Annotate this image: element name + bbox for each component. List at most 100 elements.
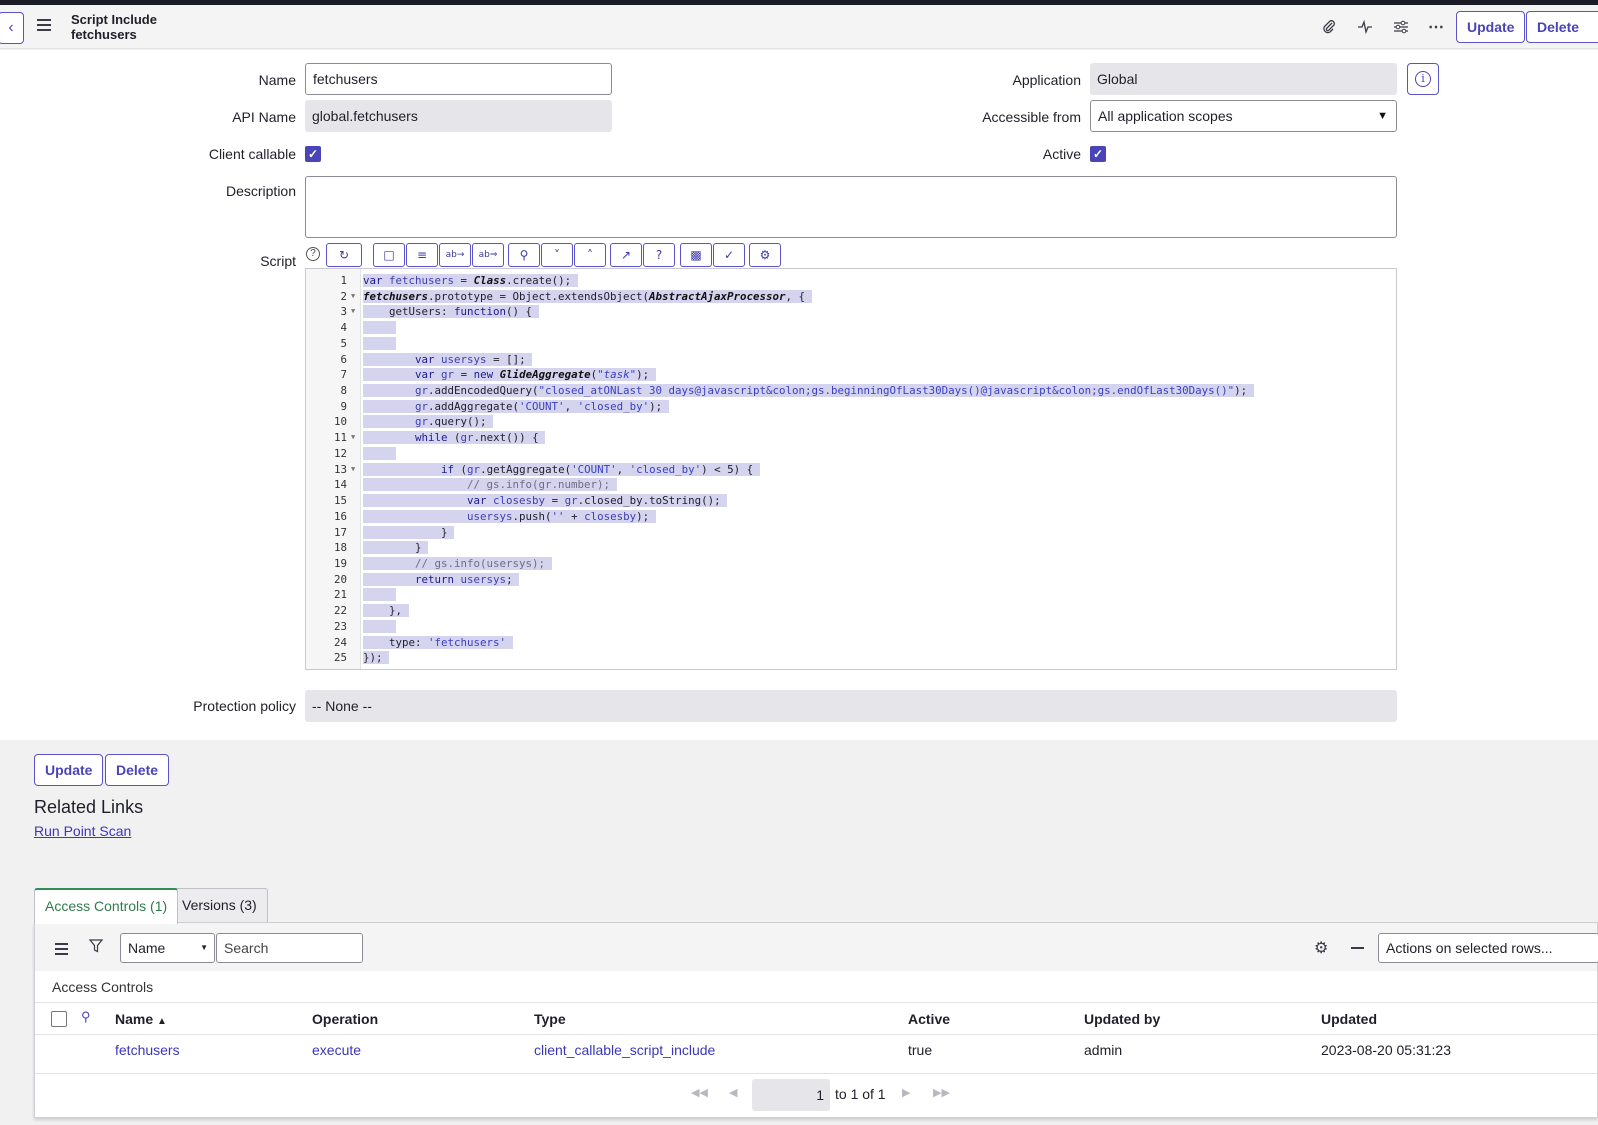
code-text: if (gr.getAggregate('COUNT', 'closed_by'… [363,462,760,478]
activity-icon[interactable] [1354,16,1376,38]
fold-arrow-icon[interactable]: ▼ [351,289,355,305]
code-line: 3 ▼ getUsers: function() { [306,304,1396,320]
accessible-from-select[interactable]: All application scopes ▼ [1090,100,1397,132]
script-label: Script [260,253,296,269]
code-line: 10 gr.query(); [306,414,1396,430]
row-updated: 2023-08-20 05:31:23 [1321,1042,1451,1058]
column-header-name-label: Name [115,1011,154,1027]
help-circle-icon[interactable]: ? [643,243,675,267]
collapse-icon[interactable] [1351,947,1364,949]
script-editor[interactable]: 1 var fetchusers = Class.create(); 2 ▼ fetc… [305,268,1397,670]
fold-arrow-icon[interactable]: ▼ [351,430,355,446]
select-all-checkbox[interactable] [51,1011,67,1027]
delete-button-bottom[interactable]: Delete [105,754,170,786]
line-number: 25 [333,651,347,665]
previous-page-icon[interactable]: ◀ [729,1086,737,1099]
tab-versions[interactable]: Versions (3) [171,888,268,923]
related-lists: Access Controls (1) Versions (3) Name ▼ … [34,888,1598,1122]
list-menu-icon[interactable] [55,943,68,958]
accessible-from-value: All application scopes [1098,108,1233,124]
chevron-up-icon[interactable]: ˄ [574,243,606,267]
help-icon[interactable]: ? [306,247,320,261]
search-input[interactable]: Search [216,933,363,963]
code-text: getUsers: function() { [363,305,539,319]
code-text: } [363,541,429,555]
related-section: Update Delete Related Links Run Point Sc… [0,740,1598,1125]
name-field[interactable]: fetchusers [305,63,612,95]
info-button[interactable]: i [1407,63,1439,95]
chevron-down-icon: ▼ [1377,110,1388,122]
active-label: Active [1042,146,1081,162]
client-callable-checkbox[interactable]: ✓ [305,146,321,162]
code-text: gr.query(); [363,414,494,430]
code-line: 12 [306,446,1396,462]
delete-button[interactable]: Delete [1526,11,1598,43]
search-field-value: Name [128,940,166,956]
code-line: 20 return usersys; [306,572,1396,588]
column-header-updated-by[interactable]: Updated by [1084,1011,1160,1027]
code-text [363,320,396,336]
update-button[interactable]: Update [1456,11,1526,43]
next-page-icon[interactable]: ▶ [902,1086,910,1099]
fold-arrow-icon[interactable]: ▼ [351,304,355,320]
filter-icon[interactable] [88,939,104,956]
row-name-link[interactable]: fetchusers [115,1042,180,1058]
format-code-icon[interactable]: ≡ [406,243,438,267]
code-text: while (gr.next()) { [363,430,546,446]
context-menu-icon[interactable] [37,19,51,34]
code-line: 18 } [306,540,1396,556]
column-search-icon[interactable]: ⚲ [81,1009,91,1025]
code-line: 2 ▼ fetchusers.prototype = Object.extendsO… [306,289,1396,305]
comment-icon[interactable]: □ [373,243,405,267]
gear-icon[interactable]: ⚙ [1314,938,1328,958]
toggle-syntax-icon[interactable]: ↻ [326,243,362,267]
attachment-icon[interactable] [1318,16,1340,38]
column-header-type[interactable]: Type [534,1011,566,1027]
sort-ascending-icon: ▲ [157,1016,167,1027]
save-icon[interactable]: ▩ [680,243,712,267]
column-header-name[interactable]: Name ▲ [115,1011,167,1027]
line-number: 20 [333,572,347,586]
chevron-down-icon[interactable]: ˅ [541,243,573,267]
tab-access-controls[interactable]: Access Controls (1) [34,888,179,924]
first-page-icon[interactable]: ◀◀ [691,1086,708,1099]
related-links-title: Related Links [34,797,144,817]
code-text: type: 'fetchusers' [363,635,513,651]
column-header-operation[interactable]: Operation [312,1011,378,1027]
column-header-updated[interactable]: Updated [1321,1011,1377,1027]
line-number: 1 [340,274,347,287]
column-header-active[interactable]: Active [908,1011,950,1027]
code-text [363,446,396,462]
line-number: 9 [340,399,347,413]
fullscreen-icon[interactable]: ↗ [610,243,642,267]
run-point-scan-link[interactable]: Run Point Scan [34,823,131,839]
debug-icon[interactable]: ⚙ [749,243,781,267]
form-header: ‹ Script Include fetchusers ⋯ Update Del… [0,5,1598,49]
code-line: 1 var fetchusers = Class.create(); [306,273,1396,289]
search-icon[interactable]: ⚲ [508,243,540,267]
row-updated-by: admin [1084,1042,1123,1058]
protection-policy-field[interactable]: -- None -- [305,690,1397,722]
row-operation-link[interactable]: execute [312,1042,361,1058]
line-number: 4 [340,321,347,335]
back-button[interactable]: ‹ [0,12,24,44]
line-number: 24 [333,635,347,649]
fold-arrow-icon[interactable]: ▼ [351,462,355,478]
validate-icon[interactable]: ✓ [713,243,745,267]
last-page-icon[interactable]: ▶▶ [933,1086,950,1099]
update-button-bottom[interactable]: Update [34,754,104,786]
description-field[interactable] [305,176,1397,238]
actions-select[interactable]: Actions on selected rows... [1378,933,1598,963]
active-checkbox[interactable]: ✓ [1090,146,1106,162]
chevron-left-icon: ‹ [8,19,14,36]
search-field-select[interactable]: Name ▼ [120,933,215,963]
row-type-link[interactable]: client_callable_script_include [534,1042,715,1058]
settings-sliders-icon[interactable] [1390,16,1412,38]
code-text: return usersys; [363,572,520,588]
pagination-text: to 1 of 1 [835,1086,886,1102]
more-options-icon[interactable]: ⋯ [1425,16,1447,38]
page-input[interactable]: 1 [752,1079,830,1111]
code-line: 23 [306,619,1396,635]
replace-icon[interactable]: ab→ [439,243,471,267]
replace-all-icon[interactable]: ab⇒ [472,243,504,267]
